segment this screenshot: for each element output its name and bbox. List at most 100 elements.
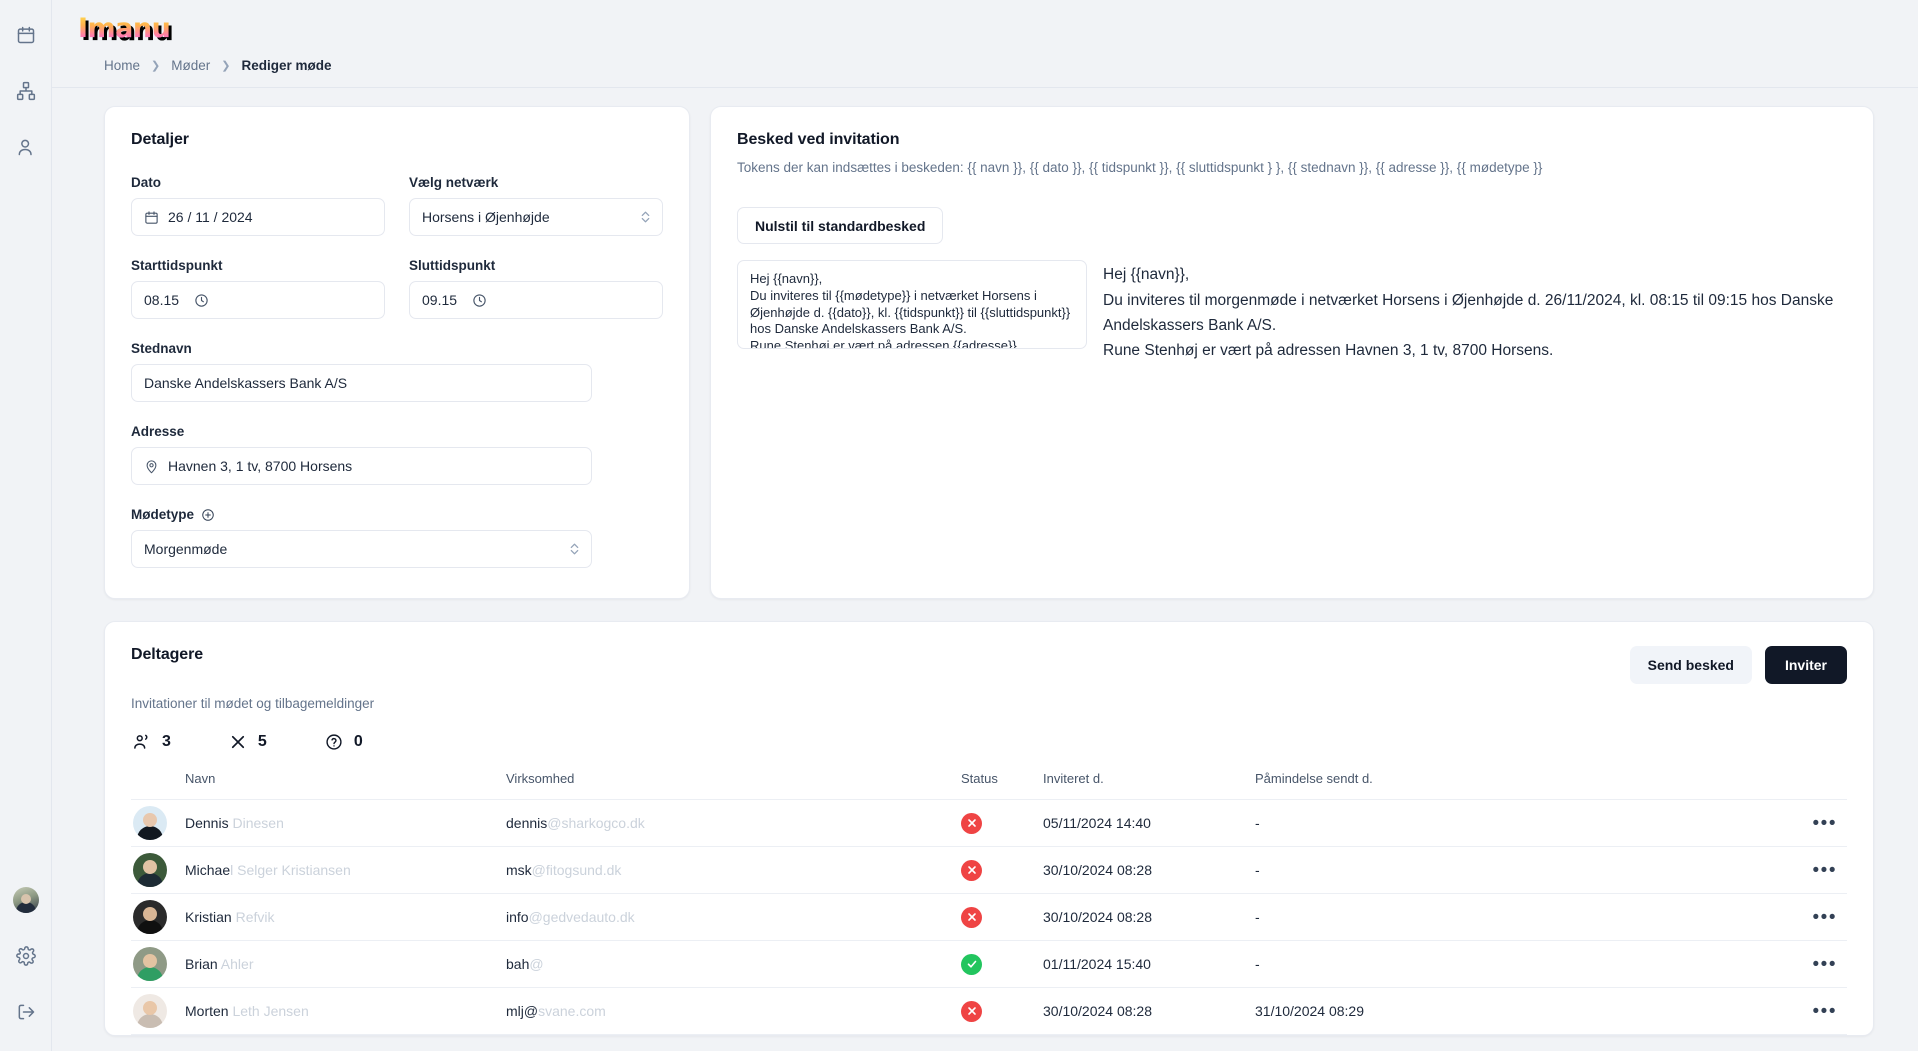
participants-card: Deltagere Send besked Inviter Invitation… — [104, 621, 1874, 1036]
table-row[interactable]: Michael Selger Kristiansen msk@fitogsund.… — [131, 846, 1847, 894]
stat-declined: 5 — [229, 733, 267, 751]
sidebar-item-calendar[interactable] — [9, 18, 43, 52]
cell-invited-date: 30/10/2024 08:28 — [1043, 987, 1255, 1035]
cell-company: info@gedvedauto.dk — [506, 893, 961, 941]
close-icon — [229, 733, 247, 751]
message-template-textarea[interactable]: Hej {{navn}}, Du inviteres til {{mødetyp… — [737, 260, 1087, 350]
invite-button[interactable]: Inviter — [1764, 646, 1847, 684]
message-editor-row: Hej {{navn}}, Du inviteres til {{mødetyp… — [737, 260, 1847, 363]
add-meetingtype-icon[interactable] — [201, 508, 215, 522]
participant-company-redacted: @fitogsund.dk — [531, 862, 622, 878]
address-label: Adresse — [131, 424, 185, 439]
cell-actions: ••• — [1787, 846, 1847, 894]
date-input[interactable]: 26 / 11 / 2024 — [131, 198, 385, 236]
logout-icon — [16, 1002, 36, 1022]
table-row[interactable]: Kristian Refvik info@gedvedauto.dk 30/10/2… — [131, 893, 1847, 941]
breadcrumb-moder[interactable]: Møder — [171, 58, 210, 73]
details-card: Detaljer Dato 26 / 11 / 2024 Vælg netvær… — [104, 106, 690, 599]
table-row[interactable]: Morten Leth Jensen mlj@svane.com 30/10/202… — [131, 987, 1847, 1035]
cell-reminder-date: - — [1255, 893, 1787, 941]
app-logo[interactable]: Imanu — [74, 13, 174, 45]
breadcrumb-current: Rediger møde — [241, 58, 332, 73]
status-badge — [961, 1000, 982, 1022]
row-menu-icon[interactable]: ••• — [1813, 907, 1847, 928]
sidebar-item-logout[interactable] — [9, 995, 43, 1029]
network-icon — [16, 81, 36, 101]
send-message-button[interactable]: Send besked — [1629, 646, 1752, 684]
venue-input[interactable]: Danske Andelskassers Bank A/S — [131, 364, 592, 402]
cell-name: Brian Ahler — [131, 940, 506, 988]
question-icon — [325, 733, 343, 751]
meetingtype-select[interactable]: Morgenmøde — [131, 530, 592, 568]
cell-status — [961, 893, 1043, 941]
participants-subtitle: Invitationer til mødet og tilbagemelding… — [131, 696, 375, 711]
cell-reminder-date: - — [1255, 799, 1787, 847]
table-row[interactable]: Brian Ahler bah@ 01/11/2024 15:40- ••• — [131, 940, 1847, 988]
cell-company: mlj@svane.com — [506, 987, 961, 1035]
participant-company-redacted: @gedvedauto.dk — [528, 909, 635, 925]
cell-invited-date: 30/10/2024 08:28 — [1043, 846, 1255, 894]
cell-company: bah@ — [506, 940, 961, 988]
sidebar-item-network[interactable] — [9, 74, 43, 108]
cell-name: Morten Leth Jensen — [131, 987, 506, 1035]
invitation-message-card: Besked ved invitation Tokens der kan ind… — [710, 106, 1874, 599]
avatar — [133, 853, 167, 887]
start-time-label: Starttidspunkt — [131, 258, 223, 273]
cell-actions: ••• — [1787, 893, 1847, 941]
end-time-input[interactable]: 09.15 — [409, 281, 663, 319]
venue-label: Stednavn — [131, 341, 192, 356]
column-header-actions — [1787, 761, 1847, 800]
breadcrumb-home[interactable]: Home — [104, 58, 140, 73]
column-header-name: Navn — [131, 761, 506, 800]
row-menu-icon[interactable]: ••• — [1813, 954, 1847, 975]
avatar — [133, 900, 167, 934]
topbar: Imanu — [52, 0, 1918, 52]
row-menu-icon[interactable]: ••• — [1813, 1001, 1847, 1022]
chevron-right-icon: ❯ — [151, 60, 161, 72]
chevron-right-icon: ❯ — [221, 60, 231, 72]
end-time-value: 09.15 — [422, 292, 458, 308]
participant-company-redacted: @ — [529, 956, 544, 972]
avatar[interactable] — [12, 887, 39, 913]
table-header: Navn Virksomhed Status Inviteret d. Påmi… — [131, 761, 1847, 800]
sidebar — [0, 0, 52, 1051]
participant-name-redacted: Leth Jensen — [228, 1003, 309, 1019]
table-row[interactable]: Dennis Dinesen dennis@sharkogco.dk 05/11/2… — [131, 799, 1847, 847]
cell-company: msk@fitogsund.dk — [506, 846, 961, 894]
participant-name-redacted: Ahler — [217, 956, 254, 972]
app-root: Imanu Home ❯ Møder ❯ Rediger møde Detalj… — [0, 0, 1918, 1051]
table-body: Dennis Dinesen dennis@sharkogco.dk 05/11/2… — [131, 799, 1847, 1035]
participants-actions: Send besked Inviter — [1629, 646, 1847, 684]
avatar — [133, 806, 167, 840]
row-menu-icon[interactable]: ••• — [1813, 860, 1847, 881]
network-select[interactable]: Horsens i Øjenhøjde — [409, 198, 663, 236]
address-input[interactable]: Havnen 3, 1 tv, 8700 Horsens — [131, 447, 592, 485]
users-icon — [133, 733, 151, 751]
message-title: Besked ved invitation — [737, 131, 900, 148]
sidebar-item-settings[interactable] — [9, 939, 43, 973]
status-badge — [961, 812, 982, 834]
message-preview: Hej {{navn}}, Du inviteres til morgenmød… — [1103, 266, 1834, 359]
cell-name: Dennis Dinesen — [131, 799, 506, 847]
chevron-updown-icon — [568, 541, 581, 557]
reset-default-message-button[interactable]: Nulstil til standardbesked — [737, 207, 944, 245]
page-content: Detaljer Dato 26 / 11 / 2024 Vælg netvær… — [52, 88, 1918, 1051]
participant-company-redacted: svane.com — [538, 1003, 606, 1019]
participant-name: Kristian Refvik — [185, 909, 275, 925]
cell-reminder-date: - — [1255, 846, 1787, 894]
users-icon — [16, 137, 36, 157]
sidebar-item-users[interactable] — [9, 130, 43, 164]
column-header-company: Virksomhed — [506, 761, 961, 800]
meetingtype-label-row: Mødetype — [131, 507, 663, 522]
participant-name: Brian Ahler — [185, 956, 254, 972]
breadcrumb: Home ❯ Møder ❯ Rediger møde — [52, 52, 1918, 88]
participants-table: Navn Virksomhed Status Inviteret d. Påmi… — [131, 761, 1847, 1035]
start-time-value: 08.15 — [144, 292, 180, 308]
stat-declined-value: 5 — [257, 733, 267, 750]
participant-name-redacted: l Selger Kristiansen — [230, 862, 351, 878]
clock-icon — [194, 293, 209, 308]
participant-company-redacted: @sharkogco.dk — [547, 815, 645, 831]
row-menu-icon[interactable]: ••• — [1813, 813, 1847, 834]
status-badge — [961, 859, 982, 881]
start-time-input[interactable]: 08.15 — [131, 281, 385, 319]
